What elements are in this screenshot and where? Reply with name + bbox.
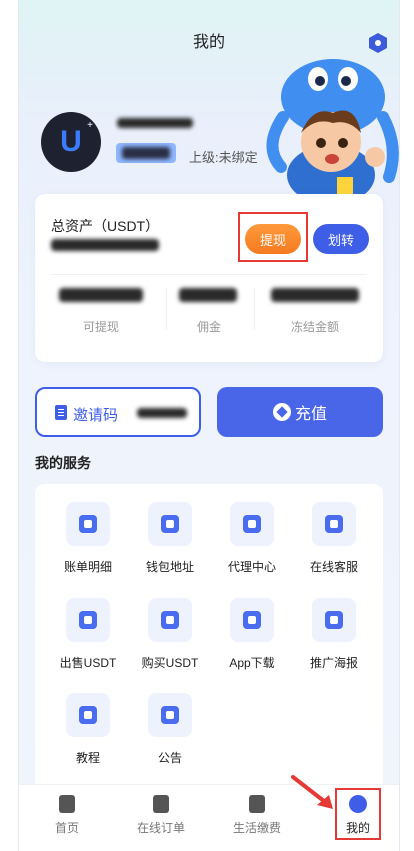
service-bill[interactable]: 账单明细 (47, 502, 129, 575)
service-label: 代理中心 (227, 560, 276, 574)
total-assets-label: 总资产（USDT） (51, 218, 160, 234)
nav-profile[interactable]: 我的 (318, 795, 398, 836)
nav-label: 首页 (54, 821, 79, 835)
document-icon (55, 405, 67, 420)
frozen-value-redacted (271, 288, 359, 302)
tutorial-icon (79, 706, 97, 724)
transfer-button[interactable]: 划转 (313, 224, 369, 254)
diamond-icon (272, 403, 291, 421)
recharge-label: 充值 (294, 406, 327, 423)
service-sell-usdt[interactable]: 出售USDT (47, 598, 129, 671)
username-redacted (117, 118, 193, 128)
nav-label: 在线订单 (136, 821, 185, 835)
service-label: 购买USDT (141, 656, 199, 670)
order-icon (153, 795, 169, 813)
service-label: 钱包地址 (145, 560, 194, 574)
phone-screen: 我的 U + 上级:未绑定 总资产（USDT） 提现 划转 可提现 佣金 冻结金… (18, 0, 400, 851)
services-grid: 账单明细 钱包地址 代理中心 在线客服 出售USDT 购买USDT App下载 (35, 484, 383, 784)
total-assets-value-redacted (51, 239, 159, 251)
service-label: App下载 (229, 656, 275, 670)
service-label: 推广海报 (309, 656, 358, 670)
profile-icon (349, 795, 367, 813)
invite-code-redacted (137, 408, 187, 418)
buy-usdt-icon (161, 611, 179, 629)
service-label: 在线客服 (309, 560, 358, 574)
recharge-button[interactable]: 充值 (217, 387, 383, 437)
nav-orders[interactable]: 在线订单 (121, 795, 201, 836)
service-label: 教程 (75, 751, 100, 765)
nav-label: 生活缴费 (232, 821, 281, 835)
service-announcement[interactable]: 公告 (129, 693, 211, 766)
stat-label: 佣金 (196, 320, 221, 334)
mascot-illustration (266, 59, 399, 197)
page-title: 我的 (192, 34, 225, 51)
home-icon (59, 795, 75, 813)
service-agent[interactable]: 代理中心 (211, 502, 293, 575)
logo-u-icon: U (60, 125, 82, 158)
divider (51, 274, 367, 275)
divider (166, 288, 167, 330)
withdrawable-value-redacted (59, 288, 143, 302)
announcement-icon (161, 706, 179, 724)
stat-label: 冻结金额 (290, 320, 339, 334)
service-label: 公告 (157, 751, 182, 765)
support-icon (325, 515, 343, 533)
agent-icon (243, 515, 261, 533)
sell-usdt-icon (79, 611, 97, 629)
plus-icon: + (87, 120, 93, 131)
superior-status: 上级:未绑定 (189, 150, 258, 165)
service-poster[interactable]: 推广海报 (293, 598, 375, 671)
bolt-icon (249, 795, 265, 813)
wallet-icon (161, 515, 179, 533)
withdraw-button[interactable]: 提现 (245, 224, 301, 254)
nav-label: 我的 (345, 821, 370, 835)
divider (254, 288, 255, 330)
assets-card: 总资产（USDT） 提现 划转 可提现 佣金 冻结金额 (35, 194, 383, 362)
poster-icon (325, 611, 343, 629)
nav-home[interactable]: 首页 (27, 795, 107, 836)
stat-label: 可提现 (82, 320, 119, 334)
commission-value-redacted (179, 288, 237, 302)
nav-bills[interactable]: 生活缴费 (217, 795, 297, 836)
download-icon (243, 611, 261, 629)
bottom-nav: 首页 在线订单 生活缴费 我的 (19, 775, 399, 851)
avatar[interactable]: U + (41, 112, 101, 172)
bill-icon (79, 515, 97, 533)
service-app-download[interactable]: App下载 (211, 598, 293, 671)
service-label: 账单明细 (63, 560, 112, 574)
invite-label: 邀请码 (73, 407, 119, 424)
invite-code-button[interactable]: 邀请码 (35, 387, 201, 437)
service-wallet[interactable]: 钱包地址 (129, 502, 211, 575)
service-buy-usdt[interactable]: 购买USDT (129, 598, 211, 671)
service-tutorial[interactable]: 教程 (47, 693, 129, 766)
service-support[interactable]: 在线客服 (293, 502, 375, 575)
services-title: 我的服务 (35, 455, 91, 471)
service-label: 出售USDT (59, 656, 117, 670)
user-id-badge (116, 143, 176, 163)
